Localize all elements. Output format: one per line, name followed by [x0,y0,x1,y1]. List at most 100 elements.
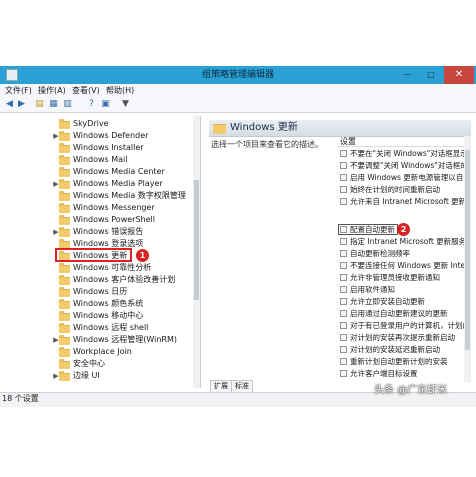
highlight-box-configure-auto-update [338,224,398,235]
details-scrollbar-thumb[interactable] [465,150,470,350]
folder-icon [59,347,70,357]
tree-item[interactable]: Windows Media 数字权限管理 [0,190,200,202]
tree-item[interactable]: SkyDrive [0,118,200,130]
tree-item[interactable]: Windows Installer [0,142,200,154]
policy-setting-icon [340,262,347,269]
policy-setting-icon [340,274,347,281]
highlight-box-windows-update [55,248,132,262]
details-title: Windows 更新 [230,122,298,133]
policy-setting-icon [340,238,347,245]
setting-row[interactable]: 不要在"关闭 Windows"对话框显示 [338,148,464,160]
back-icon[interactable]: ◀ [4,99,15,110]
folder-icon [59,167,70,177]
tree-item[interactable]: Windows 远程 shell [0,322,200,334]
settings-column-header[interactable]: 设置 [338,136,464,147]
setting-row[interactable]: 允许非管理员接收更新通知 [338,272,464,284]
toolbar: ◀ ▶ ▤ ▦ ▥ ? ▣ ▼ [0,98,476,113]
tree-item[interactable]: Windows Media Center [0,166,200,178]
forward-icon[interactable]: ▶ [16,99,27,110]
folder-icon [59,215,70,225]
tree-item[interactable]: Windows 颜色系统 [0,298,200,310]
policy-setting-icon [340,310,347,317]
tree-item[interactable]: Windows 日历 [0,286,200,298]
setting-row[interactable]: 允许立即安装自动更新 [338,296,464,308]
folder-icon [59,131,70,141]
policy-setting-icon [340,298,347,305]
description-text: 选择一个项目来查看它的描述。 [211,140,323,149]
tree-item[interactable]: Windows 可靠性分析 [0,262,200,274]
policy-setting-icon [340,250,347,257]
setting-row[interactable]: 对计划的安装再次提示重新启动 [338,332,464,344]
folder-icon [59,179,70,189]
setting-row[interactable]: 始终在计划的时间重新启动 [338,184,464,196]
policy-setting-icon [340,322,347,329]
setting-row[interactable]: 对于有已登录用户的计算机，计划的 [338,320,464,332]
folder-icon [59,227,70,237]
policy-setting-icon [340,286,347,293]
tree-item[interactable]: 安全中心 [0,358,200,370]
properties-icon[interactable]: ▣ [100,99,111,110]
setting-row[interactable]: 启用 Windows 更新电源管理以自动 [338,172,464,184]
folder-icon [59,119,70,129]
folder-icon [59,143,70,153]
policy-setting-icon [340,198,347,205]
folder-icon [59,263,70,273]
setting-row[interactable]: 自动更新检测频率 [338,248,464,260]
folder-icon [213,124,226,134]
window-title: 组策略管理编辑器 [201,70,274,80]
setting-row[interactable]: 重新计划自动更新计划的安装 [338,356,464,368]
folder-icon [59,299,70,309]
close-button[interactable]: ✕ [444,66,474,84]
policy-setting-icon [340,370,347,377]
tree-item[interactable]: Windows Mail [0,154,200,166]
setting-row[interactable]: 允许来自 Intranet Microsoft 更新 [338,196,464,208]
up-folder-icon[interactable]: ▤ [34,99,45,110]
maximize-button[interactable]: □ [420,66,442,84]
tree-item[interactable]: Windows Messenger [0,202,200,214]
tree-item[interactable]: ▶ Windows Media Player [0,178,200,190]
folder-icon [59,203,70,213]
tree-item[interactable]: ▶ 边缘 UI [0,370,200,382]
setting-row[interactable]: 启用软件通知 [338,284,464,296]
folder-icon [59,275,70,285]
setting-row[interactable]: 指定 Intranet Microsoft 更新服务 [338,236,464,248]
minimize-button[interactable]: — [396,66,418,84]
setting-row[interactable]: 对计划的安装延迟重新启动 [338,344,464,356]
setting-row[interactable]: 不要调整"关闭 Windows"对话框的 [338,160,464,172]
tree-item[interactable]: Windows 客户体验改善计划 [0,274,200,286]
tree-item[interactable]: Workplace Join [0,346,200,358]
menu-help[interactable]: 帮助(H) [104,85,136,97]
tree-item[interactable]: ▶ Windows 错误报告 [0,226,200,238]
setting-row[interactable]: 启用通过自动更新建议的更新 [338,308,464,320]
group-policy-editor-window: 组策略管理编辑器 — □ ✕ 文件(F) 操作(A) 查看(V) 帮助(H) ◀… [0,0,476,477]
menu-action[interactable]: 操作(A) [36,85,68,97]
menu-file[interactable]: 文件(F) [3,85,34,97]
policy-setting-icon [340,346,347,353]
tree-item[interactable]: Windows 移动中心 [0,310,200,322]
tree-item[interactable]: ▶ Windows 远程管理(WinRM) [0,334,200,346]
tree-item[interactable]: ▶ Windows Defender [0,130,200,142]
step-marker-1: 1 [136,249,149,262]
setting-row[interactable]: 允许客户端目标设置 [338,368,464,380]
app-icon [6,69,18,81]
tree-scrollbar-thumb[interactable] [194,180,199,300]
policy-setting-icon [340,174,347,181]
folder-icon [59,371,70,381]
help-icon[interactable]: ? [86,99,97,110]
setting-row[interactable]: 不要连接任何 Windows 更新 Inter [338,260,464,272]
status-text: 18 个设置 [2,394,39,403]
step-marker-2: 2 [397,223,410,236]
show-hide-tree-icon[interactable]: ▦ [48,99,59,110]
policy-setting-icon [340,150,347,157]
folder-icon [59,311,70,321]
policy-setting-icon [340,358,347,365]
filter-icon[interactable]: ▼ [120,99,131,110]
policy-setting-icon [340,162,347,169]
watermark-text: 头条 @广东虾米 [374,385,448,396]
folder-icon [59,287,70,297]
menu-view[interactable]: 查看(V) [70,85,102,97]
folder-icon [59,335,70,345]
folder-icon [59,359,70,369]
export-list-icon[interactable]: ▥ [62,99,73,110]
tree-item[interactable]: Windows PowerShell [0,214,200,226]
